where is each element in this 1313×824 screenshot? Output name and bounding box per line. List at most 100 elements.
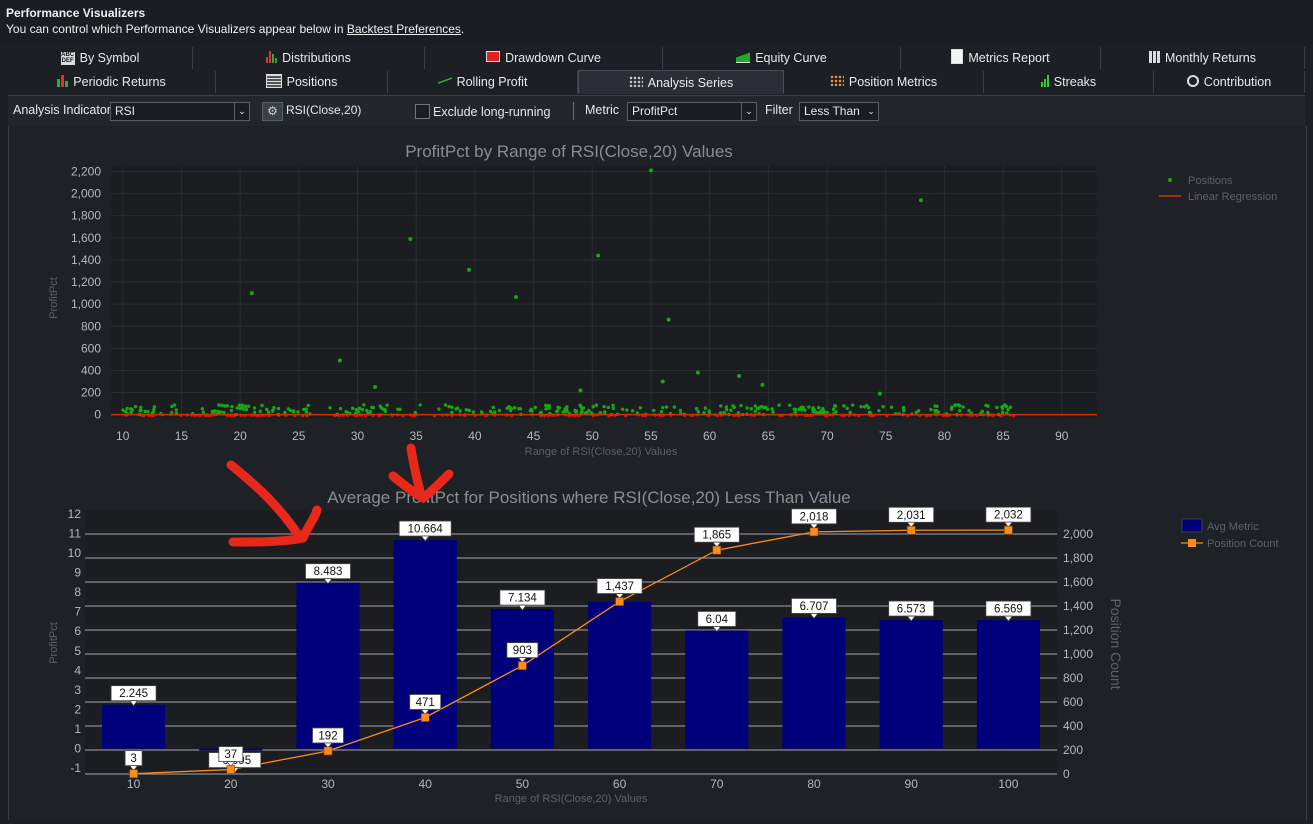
scatter-point bbox=[561, 410, 565, 414]
scatter-point bbox=[200, 407, 205, 411]
scatter-point bbox=[591, 405, 595, 409]
scatter-point bbox=[611, 403, 615, 408]
scatter-point bbox=[956, 403, 961, 407]
scatter-point bbox=[770, 407, 774, 411]
label-text: 903 bbox=[513, 645, 532, 657]
toolbar-divider bbox=[573, 102, 574, 120]
bar bbox=[490, 609, 554, 749]
tab-equity-curve[interactable]: Equity Curve bbox=[663, 47, 901, 69]
scatter-point bbox=[761, 405, 766, 410]
tab-metrics-report[interactable]: Metrics Report bbox=[901, 47, 1101, 69]
y-tick-label: 2 bbox=[74, 702, 81, 716]
scatter-point bbox=[611, 406, 616, 410]
scatter-point bbox=[833, 404, 838, 408]
scatter-point bbox=[237, 403, 242, 407]
scatter-point bbox=[507, 405, 511, 409]
x-tick-label: 15 bbox=[175, 429, 189, 443]
tab-label: Rolling Profit bbox=[456, 75, 528, 89]
scatter-point bbox=[1000, 410, 1005, 415]
tab-label: Monthly Returns bbox=[1164, 51, 1256, 65]
scatter-point bbox=[664, 405, 669, 409]
scatter-point bbox=[845, 406, 849, 411]
scatter-point bbox=[848, 410, 852, 415]
y2-tick-label: 200 bbox=[1063, 743, 1083, 757]
label-text: 6.707 bbox=[800, 601, 829, 613]
scatter-point bbox=[467, 408, 471, 413]
y-tick-label: 0 bbox=[94, 408, 101, 422]
count-marker bbox=[1004, 525, 1013, 535]
scatter-point bbox=[753, 404, 757, 408]
scatter-point bbox=[373, 385, 378, 390]
scatter-point bbox=[1000, 405, 1004, 409]
indicator-select[interactable]: RSI ⌄ bbox=[110, 102, 250, 121]
scatter-point bbox=[220, 403, 224, 408]
tab-distributions[interactable]: Distributions bbox=[193, 47, 425, 69]
scatter-point bbox=[508, 408, 513, 413]
tab-positions[interactable]: Positions bbox=[216, 71, 388, 93]
y-tick-label: 1,600 bbox=[71, 231, 101, 245]
scatter-point bbox=[625, 408, 629, 412]
tab-by-symbol[interactable]: ABC DEF By Symbol bbox=[8, 47, 193, 69]
scatter-point bbox=[929, 407, 933, 412]
x-tick-label: 65 bbox=[762, 429, 776, 443]
scatter-point bbox=[138, 408, 142, 413]
tab-periodic-returns[interactable]: Periodic Returns bbox=[8, 71, 216, 93]
scatter-point bbox=[260, 403, 264, 408]
tab-rolling-profit[interactable]: Rolling Profit bbox=[388, 71, 578, 93]
scatter-point bbox=[488, 409, 493, 414]
scatter-point bbox=[859, 404, 863, 409]
gear-icon[interactable]: ⚙ bbox=[262, 102, 283, 121]
scatter-point bbox=[544, 403, 548, 408]
metric-select[interactable]: ProfitPct ⌄ bbox=[627, 102, 757, 121]
y-tick-label: 1,000 bbox=[71, 297, 101, 311]
backtest-preferences-link[interactable]: Backtest Preferences bbox=[347, 22, 461, 36]
tab-streaks[interactable]: Streaks bbox=[984, 71, 1154, 93]
scatter-point bbox=[736, 374, 741, 378]
y2-tick-label: 1,000 bbox=[1063, 647, 1093, 661]
scatter-point bbox=[547, 406, 551, 410]
header: Performance Visualizers You can control … bbox=[0, 0, 1313, 44]
scatter-point bbox=[850, 403, 855, 407]
scatter-point bbox=[719, 404, 723, 408]
scatter-point bbox=[745, 406, 749, 410]
page-title: Performance Visualizers bbox=[6, 6, 146, 20]
pie-icon bbox=[1186, 74, 1199, 90]
label-text: 2.245 bbox=[119, 688, 148, 700]
scatter-point bbox=[877, 391, 882, 396]
tab-analysis-series[interactable]: Analysis Series bbox=[578, 70, 784, 94]
scatter-point bbox=[798, 407, 802, 411]
bar-chart-icon bbox=[266, 50, 278, 66]
legend-positions-marker bbox=[1168, 178, 1172, 182]
y-tick-label: 1 bbox=[74, 722, 81, 736]
scatter-point bbox=[777, 403, 781, 407]
scatter-point bbox=[241, 407, 246, 411]
scatter-point bbox=[918, 198, 923, 203]
y-tick-label: 10 bbox=[68, 546, 82, 560]
filter-label: Filter bbox=[765, 103, 793, 117]
scatter-point bbox=[238, 406, 243, 411]
scatter-point bbox=[578, 403, 582, 407]
legend-avg-metric-marker bbox=[1181, 518, 1203, 533]
scatter-point bbox=[822, 409, 826, 414]
x-tick-label: 85 bbox=[996, 429, 1010, 443]
x-tick-label: 20 bbox=[233, 429, 247, 443]
scatter-point bbox=[753, 409, 757, 413]
filter-select[interactable]: Less Than ⌄ bbox=[799, 102, 879, 121]
scatter-point bbox=[573, 408, 577, 413]
label-text: 1,865 bbox=[702, 530, 731, 542]
scatter-point bbox=[491, 405, 495, 410]
streaks-icon bbox=[1040, 74, 1049, 90]
tab-monthly-returns[interactable]: Monthly Returns bbox=[1101, 47, 1305, 69]
x-tick-label: 80 bbox=[938, 429, 952, 443]
scatter-point bbox=[877, 408, 881, 413]
exclude-long-running-checkbox[interactable] bbox=[415, 104, 430, 119]
scatter-point bbox=[598, 410, 603, 415]
rolling-profit-icon bbox=[437, 75, 452, 89]
y-axis-label: ProfitPct bbox=[48, 622, 60, 664]
scatter-point bbox=[337, 358, 342, 363]
table-icon bbox=[265, 73, 282, 91]
tab-position-metrics[interactable]: Position Metrics bbox=[784, 71, 984, 93]
count-marker bbox=[323, 746, 333, 756]
tab-contribution[interactable]: Contribution bbox=[1154, 71, 1305, 93]
tab-drawdown-curve[interactable]: Drawdown Curve bbox=[425, 47, 663, 69]
